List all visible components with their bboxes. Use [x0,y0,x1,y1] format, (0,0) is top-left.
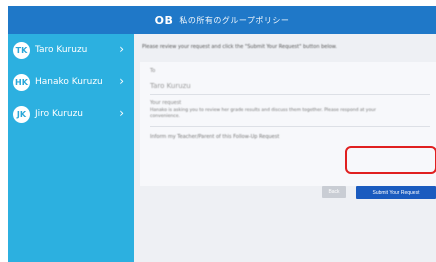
divider [150,94,430,95]
avatar: HK [13,73,30,91]
sidebar: TK Taro Kuruzu › HK Hanako Kuruzu › JK J… [8,34,134,262]
sidebar-item-label: Hanako Kuruzu [35,77,103,87]
back-button[interactable]: Back [322,186,346,198]
request-body: Hanako is asking you to review her grade… [150,108,376,119]
chevron-right-icon: › [119,74,124,88]
app-frame: OB 私の所有のグループポリシー TK Taro Kuruzu › HK Han… [8,6,436,262]
divider [150,126,430,127]
avatar: TK [13,41,30,59]
highlight-outline [345,146,436,174]
inform-checkbox[interactable]: Inform my Teacher/Parent of this Follow-… [150,134,279,140]
sidebar-item-label: Taro Kuruzu [35,45,88,55]
sidebar-item-jiro[interactable]: JK Jiro Kuruzu › [8,98,134,130]
chevron-right-icon: › [119,42,124,56]
submit-request-button[interactable]: Submit Your Request [356,186,436,199]
app-header: OB 私の所有のグループポリシー [8,6,436,34]
avatar: JK [13,105,30,123]
request-label: Your request [150,100,182,106]
app-logo: OB [154,13,174,27]
sidebar-item-hanako[interactable]: HK Hanako Kuruzu › [8,66,134,98]
instruction-text: Please review your request and click the… [142,44,338,50]
to-label: To [150,68,156,74]
app-title: 私の所有のグループポリシー [179,15,290,25]
sidebar-item-label: Jiro Kuruzu [35,109,84,119]
chevron-right-icon: › [119,106,124,120]
sidebar-item-taro[interactable]: TK Taro Kuruzu › [8,34,134,66]
to-value: Taro Kuruzu [150,82,191,90]
